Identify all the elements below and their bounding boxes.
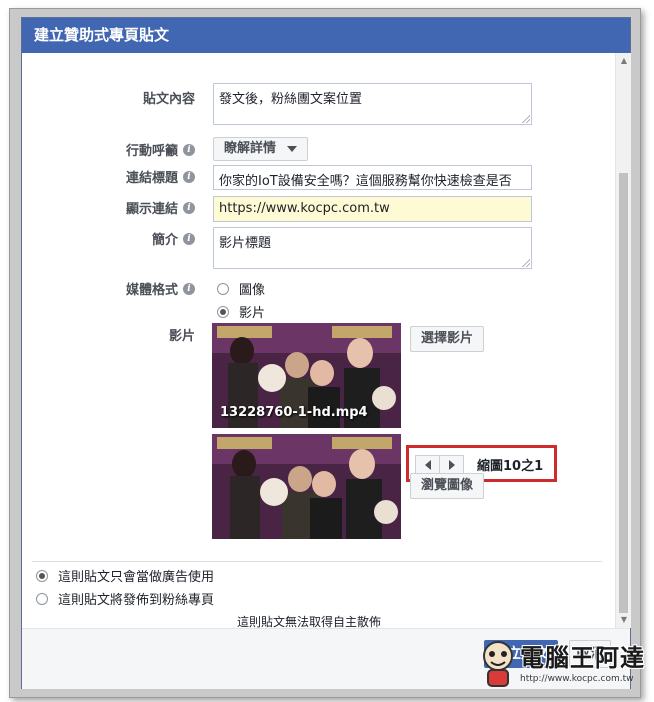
publish-to-page-option[interactable]: 這則貼文將發佈到粉絲專頁 [36,589,214,608]
radio-icon[interactable] [36,592,48,605]
post-content-textarea[interactable]: 發文後，粉絲團文案位置 [213,83,532,125]
thumbnail-image [212,434,401,539]
info-icon[interactable]: i [183,282,195,295]
link-title-label: 連結標題 i [126,167,195,186]
cta-label: 行動呼籲 i [126,140,195,159]
info-icon[interactable]: i [183,201,195,214]
watermark-text: 電腦王阿達 [520,644,645,672]
description-label: 簡介 i [152,229,195,248]
info-icon[interactable]: i [183,143,195,156]
link-title-input[interactable]: 你家的IoT設備安全嗎？這個服務幫你快速檢查是否 [213,165,532,190]
scroll-down-icon[interactable]: ▼ [616,612,632,628]
triangle-right-icon [448,459,455,470]
scroll-up-icon[interactable]: ▲ [616,53,632,69]
previous-thumbnail-button[interactable] [415,455,440,475]
vertical-scrollbar[interactable]: ▲ ▼ [615,53,631,628]
video-label: 影片 [168,329,195,344]
thumbnail-counter: 縮圖10之1 [477,459,544,474]
media-format-label: 媒體格式 i [126,279,195,298]
radio-selected-icon[interactable] [36,569,48,582]
media-format-video-option[interactable]: 影片 [217,302,265,321]
dialog-body: 貼文內容 發文後，粉絲團文案位置 行動呼籲 i 瞭解詳情 連結標題 i 你家的IoT… [22,53,615,629]
choose-video-button[interactable]: 選擇影片 [410,326,485,352]
create-post-dialog: 建立贊助式專頁貼文 貼文內容 發文後，粉絲團文案位置 行動呼籲 i 瞭解詳情 連結… [21,17,631,689]
radio-icon[interactable] [217,282,229,295]
scrollbar-thumb[interactable] [619,173,628,613]
dialog-title: 建立贊助式專頁貼文 [22,18,630,53]
caret-down-icon [286,145,297,152]
thumbnail-preview[interactable] [212,434,401,539]
media-format-image-option[interactable]: 圖像 [217,279,265,298]
cta-dropdown[interactable]: 瞭解詳情 [213,137,308,161]
mascot-logo-icon [483,641,513,687]
video-filename: 13228760-1-hd.mp4 [220,405,368,420]
ad-only-option[interactable]: 這則貼文只會當做廣告使用 [36,566,214,585]
divider [32,561,602,562]
browse-images-button[interactable]: 瀏覽圖像 [410,473,485,499]
watermark-url: http://www.kocpc.com.tw [520,674,634,684]
display-link-input[interactable]: https://www.kocpc.com.tw [213,196,532,222]
site-watermark: 電腦王阿達 http://www.kocpc.com.tw [478,636,648,698]
display-link-label: 顯示連結 i [126,198,195,217]
description-textarea[interactable]: 影片標題 [213,227,532,269]
radio-selected-icon[interactable] [217,305,229,318]
video-preview[interactable]: 13228760-1-hd.mp4 [212,323,401,428]
resize-handle-icon[interactable] [522,259,530,267]
resize-handle-icon[interactable] [522,115,530,123]
info-icon[interactable]: i [183,170,195,183]
next-thumbnail-button[interactable] [439,455,464,475]
info-icon[interactable]: i [183,232,195,245]
post-content-label: 貼文內容 [142,92,195,107]
triangle-left-icon [424,459,431,470]
